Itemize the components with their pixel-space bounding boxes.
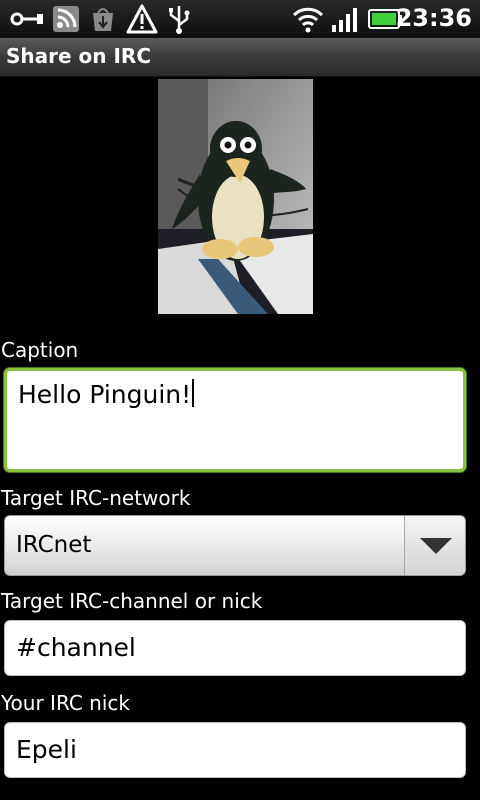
signal-strength-icon (332, 8, 357, 32)
channel-input[interactable]: #channel (4, 620, 466, 676)
status-bar: 23:36 (0, 0, 480, 38)
caption-label: Caption (1, 338, 79, 362)
nick-text: Epeli (16, 735, 77, 764)
dropdown-button[interactable] (404, 516, 465, 575)
title-bar: Share on IRC (0, 38, 480, 77)
chevron-down-icon (420, 538, 452, 554)
usb-connection-icon (10, 12, 43, 26)
text-cursor (192, 379, 195, 407)
channel-text: #channel (16, 633, 136, 662)
channel-label: Target IRC-channel or nick (1, 589, 263, 613)
nick-input[interactable]: Epeli (4, 722, 466, 778)
caption-text: Hello Pinguin! (18, 380, 192, 409)
caption-input[interactable]: Hello Pinguin! (4, 368, 466, 472)
knitted-penguin-image (158, 79, 313, 314)
network-selected: IRCnet (16, 532, 92, 558)
warning-icon (126, 4, 158, 34)
download-complete-icon (93, 8, 113, 31)
usb-debugging-icon (169, 6, 190, 34)
network-dropdown[interactable]: IRCnet (4, 515, 466, 576)
nick-label: Your IRC nick (1, 691, 130, 715)
page-title: Share on IRC (6, 44, 151, 68)
network-label: Target IRC-network (1, 486, 191, 510)
rss-feed-icon (53, 6, 79, 32)
wifi-icon (292, 7, 324, 33)
shared-photo (158, 79, 313, 314)
clock: 23:36 (395, 4, 472, 32)
